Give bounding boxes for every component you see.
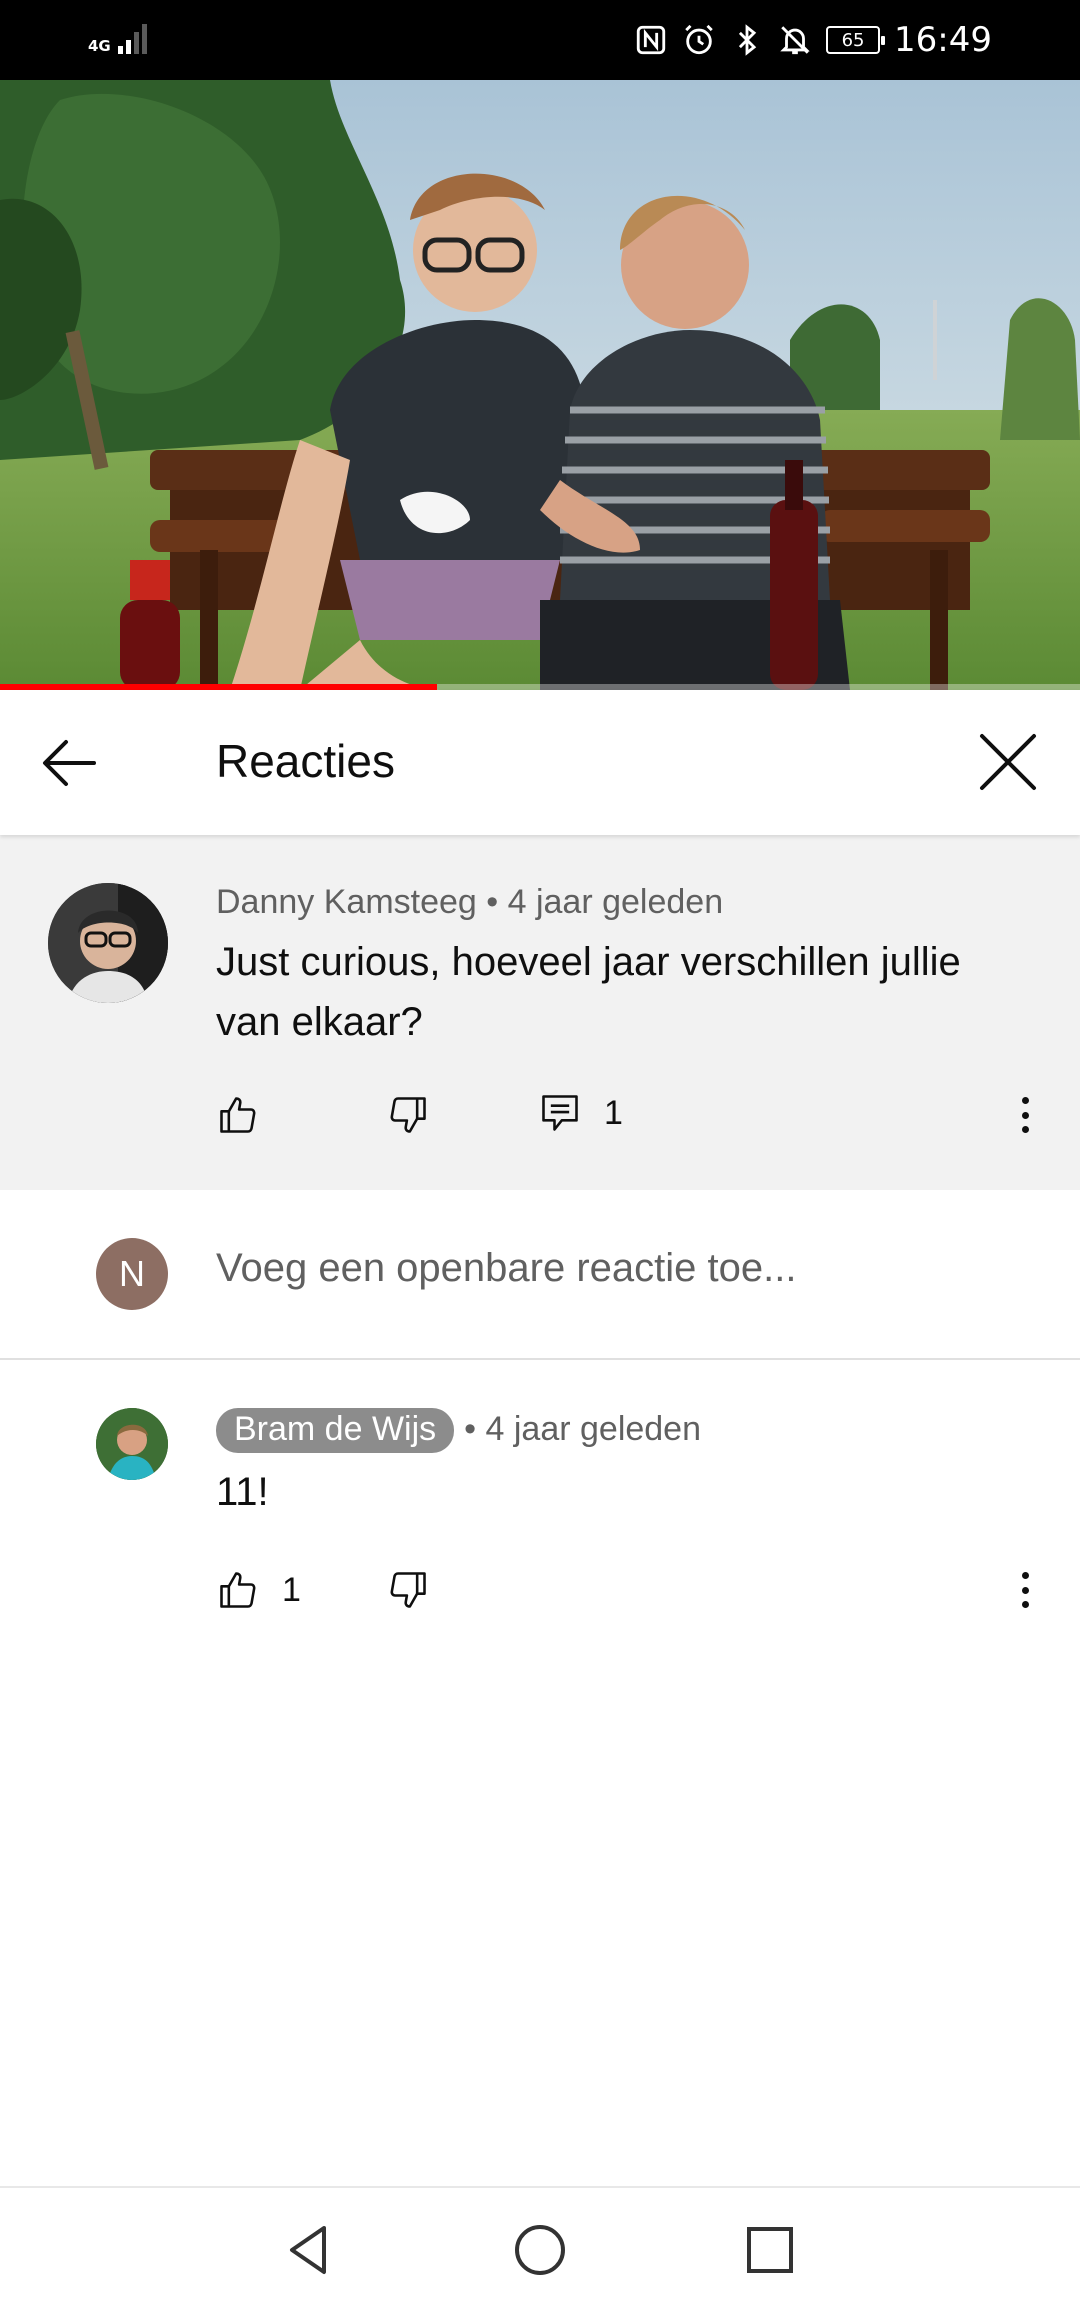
close-icon[interactable] — [972, 726, 1044, 798]
nav-back-icon[interactable] — [278, 2220, 338, 2280]
reply-author-avatar[interactable] — [96, 1408, 168, 1480]
nfc-icon — [636, 25, 666, 55]
comment-author[interactable]: Danny Kamsteeg — [216, 883, 477, 921]
nav-home-icon[interactable] — [510, 2220, 570, 2280]
thumbs-up-icon — [220, 1572, 256, 1608]
back-arrow-icon[interactable] — [34, 728, 104, 798]
status-bar: 4G 65 16:49 — [0, 0, 1080, 80]
user-avatar: N — [96, 1238, 168, 1310]
parent-comment: Danny Kamsteeg • 4 jaar geleden Just cur… — [0, 835, 1080, 1190]
comment-text: Just curious, hoeveel jaar verschillen j… — [216, 940, 961, 1044]
comment-icon — [542, 1095, 578, 1131]
thumbs-down-icon — [390, 1097, 426, 1133]
thumbs-up-icon — [220, 1097, 256, 1133]
reply-more-options-icon[interactable] — [1015, 1562, 1035, 1618]
network-type: 4G — [88, 37, 111, 55]
reply-age: 4 jaar geleden — [485, 1410, 702, 1448]
meta-separator: • — [476, 883, 508, 921]
video-frame — [0, 80, 1080, 690]
panel-title: Reacties — [216, 735, 395, 787]
signal-strength-icon — [118, 20, 147, 54]
mute-bell-icon — [780, 26, 810, 55]
reply-author-avatar-image — [96, 1408, 168, 1480]
comment-meta: Danny Kamsteeg • 4 jaar geleden — [216, 883, 723, 922]
thumbs-down-icon — [390, 1572, 426, 1608]
bluetooth-icon — [738, 24, 757, 56]
comment-age: 4 jaar geleden — [507, 883, 724, 921]
reply-count: 1 — [604, 1093, 623, 1132]
add-reply-row[interactable]: N Voeg een openbare reactie toe... — [0, 1190, 1080, 1360]
reply-like-count: 1 — [282, 1570, 301, 1609]
like-button[interactable] — [216, 1093, 260, 1137]
battery-indicator: 65 — [826, 26, 886, 54]
reply-input[interactable]: Voeg een openbare reactie toe... — [216, 1246, 796, 1291]
alarm-icon — [685, 24, 713, 55]
signal-indicator: 4G — [88, 20, 147, 54]
reply-meta-separator: • — [464, 1410, 486, 1448]
creator-badge-author[interactable]: Bram de Wijs — [216, 1408, 455, 1453]
comments-panel-header: Reacties — [0, 690, 1080, 835]
nav-recents-icon[interactable] — [740, 2220, 800, 2280]
clock: 16:49 — [894, 20, 992, 60]
commenter-avatar-image — [48, 883, 168, 1003]
reply-text: 11! — [216, 1470, 269, 1514]
reply-like-button[interactable]: 1 — [216, 1568, 301, 1612]
more-options-icon[interactable] — [1015, 1087, 1035, 1143]
reply-dislike-button[interactable] — [386, 1568, 430, 1612]
commenter-avatar[interactable] — [48, 883, 168, 1003]
reply-meta: Bram de Wijs • 4 jaar geleden — [216, 1408, 701, 1453]
dislike-button[interactable] — [386, 1093, 430, 1137]
video-player[interactable] — [0, 80, 1080, 690]
replies-button[interactable]: 1 — [538, 1091, 623, 1135]
system-nav-bar — [0, 2186, 1080, 2312]
